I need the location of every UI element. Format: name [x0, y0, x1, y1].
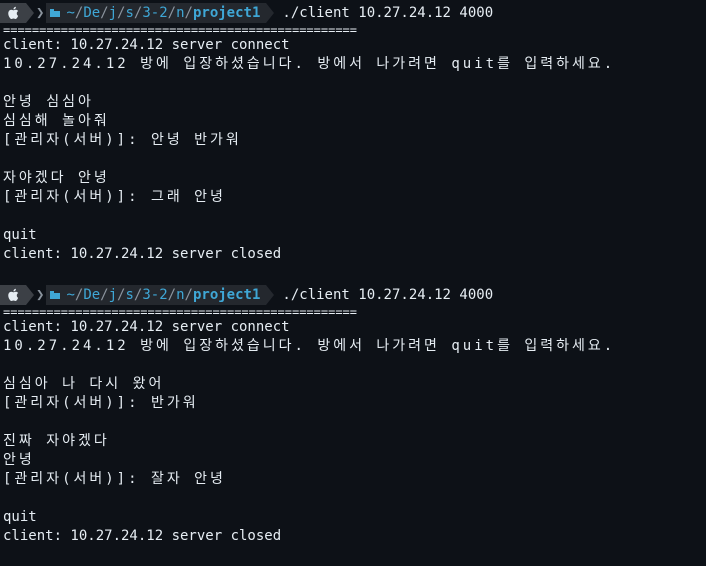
- output-line: [관리자(서버)]: 반가워: [3, 395, 199, 411]
- path-part: s: [125, 287, 134, 303]
- output-line: 자야겠다 안녕: [3, 170, 110, 186]
- apple-icon: [0, 285, 26, 305]
- path-part: De: [83, 5, 101, 21]
- terminal-session-2: ❯ ~ / De / j / s/3-2/n / project1 ./client 10.27…: [0, 284, 706, 546]
- command-text: ./client 10.27.24.12 4000: [282, 287, 494, 303]
- path-separator: /: [133, 287, 143, 303]
- path-part: De: [83, 287, 101, 303]
- output-line: client: 10.27.24.12 server closed: [3, 246, 282, 262]
- path-part: 3-2: [142, 5, 168, 21]
- path-part: ~: [66, 287, 75, 303]
- path-separator: /: [184, 287, 193, 303]
- output-line: 10.27.24.12 방에 입장하셨습니다. 방에서 나가려면 quit를 입…: [3, 338, 616, 354]
- path-separator: /: [184, 5, 193, 21]
- path-separator: /: [100, 5, 109, 21]
- terminal-session-1: ❯ ~ / De / j / s/3-2/n / project1 ./client 10.27…: [0, 2, 706, 264]
- path-separator: /: [74, 287, 84, 303]
- output-line: 심심해 놀아줘: [3, 113, 110, 129]
- shell-prompt: ❯ ~ / De / j / s/3-2/n / project1 ./client 10.27…: [0, 284, 706, 306]
- command-text: ./client 10.27.24.12 4000: [282, 5, 494, 21]
- path-part: n: [176, 287, 185, 303]
- path-part: 3-2: [142, 287, 168, 303]
- output-line: quit: [3, 227, 37, 243]
- output-line: 심심아 나 다시 왔어: [3, 376, 165, 392]
- chevron-right-icon: ❯: [36, 287, 45, 303]
- prompt-divider-arrow: [26, 3, 34, 23]
- output-line: client: 10.27.24.12 server connect: [3, 319, 290, 335]
- prompt-end-arrow: [266, 285, 275, 305]
- output-line: 안녕: [3, 452, 35, 468]
- path-part: j: [108, 287, 118, 303]
- path-part: ~: [66, 5, 75, 21]
- current-directory: project1: [192, 287, 261, 303]
- output-line: 진짜 자야겠다: [3, 433, 110, 449]
- output-line: client: 10.27.24.12 server connect: [3, 37, 290, 53]
- prompt-divider-arrow: [26, 285, 34, 305]
- folder-icon: [50, 9, 61, 17]
- path-part: s: [125, 5, 134, 21]
- output-line: [관리자(서버)]: 안녕 반가워: [3, 132, 242, 148]
- separator-line: ========================================…: [3, 24, 358, 36]
- output-line: quit: [3, 509, 37, 525]
- output-line: 10.27.24.12 방에 입장하셨습니다. 방에서 나가려면 quit를 입…: [3, 56, 616, 72]
- output-line: [관리자(서버)]: 그래 안녕: [3, 189, 226, 205]
- current-directory: project1: [192, 5, 261, 21]
- path-separator: /: [117, 5, 126, 21]
- prompt-end-arrow: [266, 3, 275, 23]
- output-line: client: 10.27.24.12 server closed: [3, 528, 282, 544]
- folder-icon: [50, 291, 61, 299]
- path-part: n: [176, 5, 185, 21]
- chevron-right-icon: ❯: [36, 5, 45, 21]
- path-separator: /: [117, 287, 126, 303]
- path-separator: /: [133, 5, 143, 21]
- path-separator: /: [74, 5, 84, 21]
- path-separator: /: [167, 5, 177, 21]
- path-separator: /: [167, 287, 177, 303]
- path-separator: /: [100, 287, 109, 303]
- shell-prompt: ❯ ~ / De / j / s/3-2/n / project1 ./client 10.27…: [0, 2, 706, 24]
- path-part: j: [108, 5, 118, 21]
- prompt-path: ~ / De / j / s/3-2/n / project1: [46, 285, 267, 305]
- output-line: 안녕 심심아: [3, 94, 94, 110]
- prompt-path: ~ / De / j / s/3-2/n / project1: [46, 3, 267, 23]
- terminal-window[interactable]: ❯ ~ / De / j / s/3-2/n / project1 ./client 10.27…: [0, 0, 706, 566]
- output-line: [관리자(서버)]: 잘자 안녕: [3, 471, 226, 487]
- apple-icon: [0, 3, 26, 23]
- separator-line: ========================================…: [3, 306, 358, 318]
